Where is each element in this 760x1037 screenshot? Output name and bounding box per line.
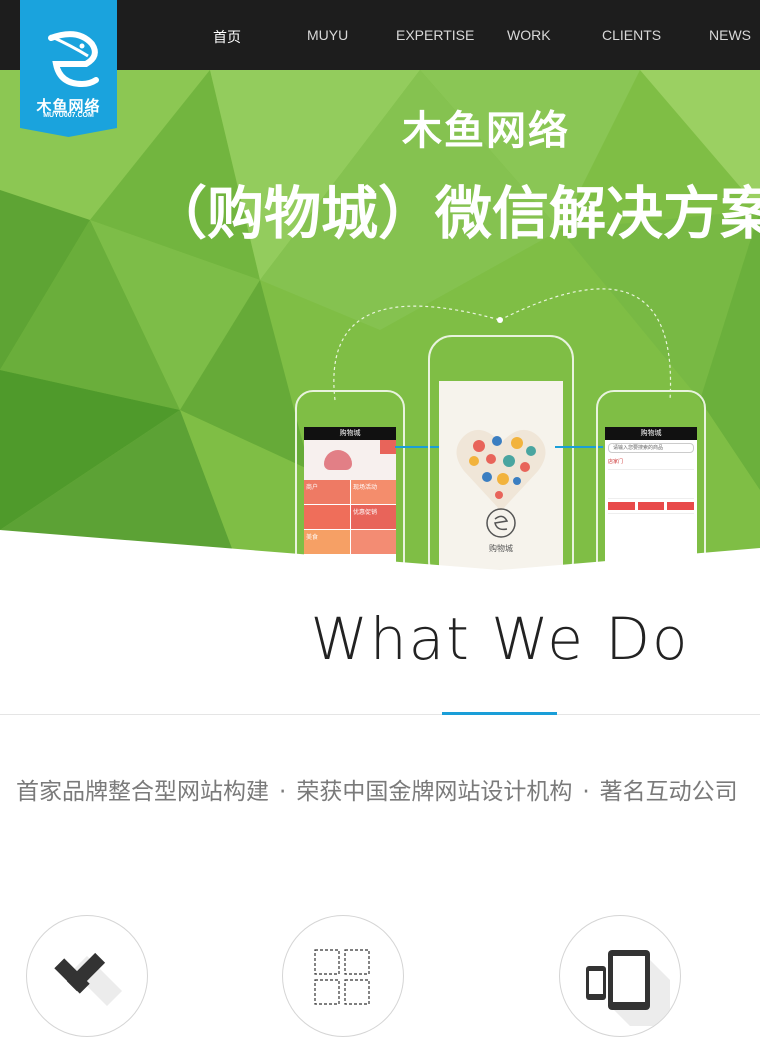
nav-item-news[interactable]: NEWS [709, 27, 751, 43]
nav-item-muyu[interactable]: MUYU [307, 27, 348, 43]
service-layout[interactable] [282, 915, 404, 1037]
main-nav: 首页 MUYU EXPERTISE WORK CLIENTS NEWS [0, 0, 760, 70]
nav-item-work[interactable]: WORK [507, 27, 551, 43]
service-mobile[interactable] [559, 915, 681, 1037]
tagline-separator: · [279, 779, 287, 805]
nav-item-clients[interactable]: CLIENTS [602, 27, 661, 43]
tagline-item: 荣获中国金牌网站设计机构 [296, 779, 573, 805]
logo-domain: MUYU007.COM [43, 112, 94, 119]
section-title: What We Do [310, 605, 690, 673]
nav-item-expertise[interactable]: EXPERTISE [396, 27, 474, 43]
devices-icon [586, 950, 670, 1026]
pencil-ruler-icon [54, 952, 122, 1006]
tagline-item: 首家品牌整合型网站构建 [16, 779, 269, 805]
section-divider [0, 714, 760, 715]
banner-bottom-edge [0, 530, 760, 570]
hero-banner[interactable]: 木鱼网络 （购物城）微信解决方案 购物城 商户 现场活动 优惠促销 美食 购物城… [0, 70, 760, 570]
section-accent-bar [442, 712, 557, 715]
service-design[interactable] [26, 915, 148, 1037]
layout-grid-icon [314, 949, 370, 1005]
tagline: 首家品牌整合型网站构建 · 荣获中国金牌网站设计机构 · 著名互动公司 [16, 772, 738, 806]
tagline-separator: · [582, 779, 590, 805]
tagline-item: 著名互动公司 [599, 779, 738, 805]
nav-item-home[interactable]: 首页 [213, 27, 241, 47]
